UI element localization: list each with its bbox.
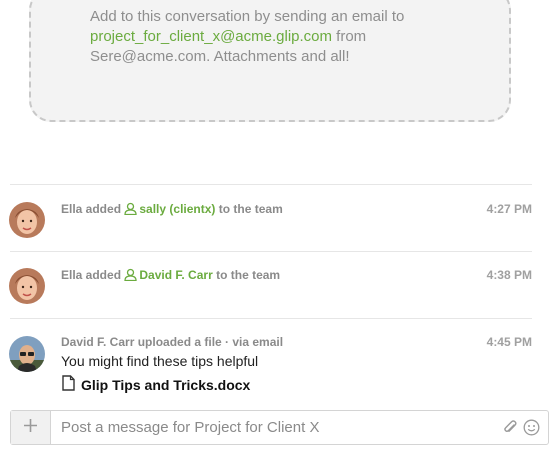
- divider: [10, 318, 532, 319]
- file-attachment[interactable]: Glip Tips and Tricks.docx: [62, 375, 250, 394]
- event-suffix: to the team: [216, 268, 281, 282]
- event-actor: Ella added: [61, 268, 122, 282]
- message-input[interactable]: Post a message for Project for Client X: [61, 411, 319, 444]
- email-sender-text: Sere@acme.com. Attachments and all!: [90, 48, 350, 65]
- post-message: You might find these tips helpful: [61, 353, 259, 369]
- timestamp: 4:45 PM: [486, 335, 532, 349]
- email-to-conversation-text: Add to this conversation by sending an e…: [90, 7, 490, 67]
- person-icon: [124, 268, 138, 284]
- conversation-email-address[interactable]: project_for_client_x@acme.glip.com: [90, 28, 332, 45]
- mention-name: sally (clientx): [139, 202, 216, 216]
- mention-link[interactable]: sally (clientx): [124, 202, 215, 216]
- document-icon: [62, 375, 75, 394]
- divider: [10, 251, 532, 252]
- message-composer: Post a message for Project for Client X: [10, 410, 549, 445]
- plus-icon: [23, 418, 38, 438]
- event-actor: Ella added: [61, 202, 122, 216]
- timestamp: 4:38 PM: [486, 268, 532, 282]
- email-from-text: from: [332, 28, 367, 45]
- avatar-david-carr[interactable]: [9, 336, 45, 372]
- person-icon: [124, 202, 138, 218]
- event-text: Ella added sally (clientx) to the team: [61, 202, 283, 218]
- event-text: Ella added David F. Carr to the team: [61, 268, 280, 284]
- mention-name: David F. Carr: [139, 268, 213, 282]
- file-name: Glip Tips and Tricks.docx: [81, 376, 251, 393]
- email-intro-text: Add to this conversation by sending an e…: [90, 8, 405, 25]
- timestamp: 4:27 PM: [486, 202, 532, 216]
- add-attachment-button[interactable]: [11, 411, 51, 444]
- avatar-ella[interactable]: [9, 202, 45, 238]
- event-suffix: to the team: [218, 202, 283, 216]
- emoji-icon[interactable]: [523, 419, 540, 441]
- avatar-ella[interactable]: [9, 268, 45, 304]
- paperclip-icon[interactable]: [502, 419, 518, 441]
- mention-link[interactable]: David F. Carr: [124, 268, 213, 284]
- post-header: David F. Carr uploaded a file · via emai…: [61, 335, 284, 349]
- divider: [10, 184, 532, 185]
